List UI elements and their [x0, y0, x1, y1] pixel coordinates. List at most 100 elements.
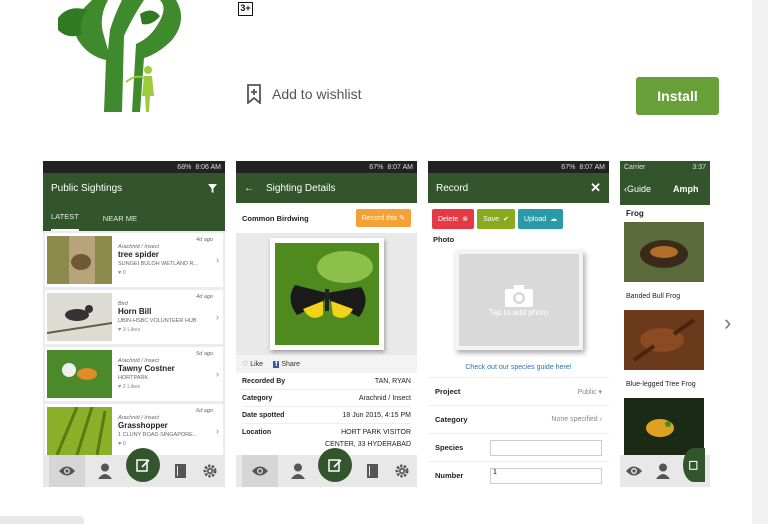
category-value: None specified: [551, 416, 598, 423]
back-button[interactable]: ‹Guide: [624, 184, 651, 194]
sighting-likes: ♥ 3 Likes: [118, 327, 221, 333]
detail-row: Date spotted 18 Jun 2015, 4:15 PM: [242, 407, 411, 424]
bottom-nav: [236, 448, 417, 487]
book-icon: [175, 464, 187, 478]
sighting-name: Horn Bill: [118, 307, 152, 316]
species-input[interactable]: [490, 439, 602, 456]
nav-sightings[interactable]: [241, 455, 278, 487]
status-bar: 68% 8:06 AM: [43, 161, 225, 173]
detail-row: Recorded By TAN, RYAN: [242, 373, 411, 390]
field-label: Project: [435, 387, 461, 396]
wishlist-label: Add to wishlist: [272, 86, 362, 102]
field-project[interactable]: Project Public ▾: [428, 378, 609, 406]
install-button[interactable]: Install: [636, 77, 719, 115]
detail-label: Location: [242, 429, 272, 436]
species-guide-link[interactable]: Check out our species guide here!: [428, 364, 609, 378]
bottom-nav: [620, 448, 710, 487]
sighting-age: 5d ago: [196, 351, 213, 357]
field-species: Species: [428, 434, 609, 462]
species-card[interactable]: Banded Bull Frog: [620, 222, 710, 310]
like-button[interactable]: ♡ Like: [242, 360, 263, 368]
nav-profile[interactable]: [289, 462, 307, 480]
bottom-nav: [43, 448, 225, 487]
list-item[interactable]: Arachnid / Insect Tawny Costner HORTPARK…: [45, 347, 223, 401]
nav-record[interactable]: [125, 448, 160, 482]
tab-latest[interactable]: LATEST: [51, 212, 79, 231]
upload-button[interactable]: Upload ☁: [517, 209, 564, 229]
battery-level: 67%: [369, 163, 384, 171]
app-bar: Public Sightings: [43, 173, 225, 203]
field-label: Species: [435, 443, 464, 452]
back-arrow-icon[interactable]: ←: [244, 183, 254, 194]
tap-to-add-photo-text: Tap to add photo: [488, 307, 549, 317]
add-photo-area[interactable]: Tap to add photo: [454, 250, 583, 350]
action-row: Delete ⊗ Save ✔ Upload ☁: [428, 203, 609, 235]
nav-sightings[interactable]: [625, 462, 643, 480]
nav-settings[interactable]: [393, 462, 411, 480]
record-this-button[interactable]: Record this ✎: [355, 209, 411, 227]
butterfly-photo: [274, 243, 379, 345]
likes-count: 3 Likes: [122, 327, 141, 333]
carrier-label: Carrier: [624, 163, 646, 171]
location-line-2: CENTER, 33 HYDERABAD: [325, 441, 411, 448]
save-label: Save: [483, 215, 500, 223]
detail-label: Date spotted: [242, 411, 285, 419]
horizontal-scrollbar[interactable]: [0, 516, 84, 524]
save-button[interactable]: Save ✔: [477, 209, 515, 229]
edit-note-icon: [328, 459, 343, 472]
nav-guide[interactable]: [364, 462, 382, 480]
gear-icon: [395, 464, 409, 478]
person-icon: [291, 463, 306, 479]
nav-profile[interactable]: [654, 462, 672, 480]
delete-label: Delete: [438, 215, 459, 223]
section-heading: Frog: [626, 209, 644, 218]
add-to-wishlist-link[interactable]: Add to wishlist: [246, 84, 361, 104]
sighting-name: Grasshopper: [118, 421, 168, 430]
field-label: Category: [435, 415, 468, 424]
nav-record[interactable]: [682, 448, 705, 482]
nav-guide[interactable]: [172, 462, 190, 480]
delete-button[interactable]: Delete ⊗: [432, 209, 475, 229]
nav-sightings[interactable]: [48, 455, 85, 487]
sighting-name: Tawny Costner: [118, 364, 175, 373]
camera-icon: [504, 284, 533, 307]
sighting-likes: ♥ 0: [118, 441, 221, 447]
detail-row: Category Arachnid / Insect: [242, 390, 411, 407]
list-item[interactable]: Bird Horn Bill UBIN-HSBC VOLUNTEER HUB ♥…: [45, 290, 223, 344]
close-icon[interactable]: ✕: [590, 180, 601, 196]
page-gutter: [752, 0, 768, 524]
species-card[interactable]: Blue-legged Tree Frog: [620, 310, 710, 398]
filter-icon[interactable]: [208, 183, 217, 193]
nav-settings[interactable]: [201, 462, 219, 480]
photo-label: Photo: [433, 235, 455, 244]
app-bar: ‹Guide Amph: [620, 173, 710, 205]
nav-profile[interactable]: [96, 462, 114, 480]
number-input[interactable]: 1: [490, 467, 602, 484]
nav-record[interactable]: [318, 448, 353, 482]
battery-level: 68%: [177, 163, 192, 171]
field-category[interactable]: Category None specified ›: [428, 406, 609, 434]
screenshot-public-sightings[interactable]: 68% 8:06 AM Public Sightings LATEST NEAR…: [43, 161, 225, 487]
screenshot-sighting-details[interactable]: 67% 8:07 AM ← Sighting Details Common Bi…: [236, 161, 417, 487]
status-bar: 67% 8:07 AM: [236, 161, 417, 173]
share-button[interactable]: f Share: [273, 360, 300, 368]
edit-note-icon: [688, 460, 698, 470]
like-label: Like: [250, 361, 264, 368]
page-title: Record: [436, 182, 469, 194]
field-label: Number: [435, 471, 464, 480]
screenshot-record[interactable]: 67% 8:07 AM Record ✕ Delete ⊗ Save ✔ Uploa…: [428, 161, 609, 487]
sighting-thumbnail: [47, 407, 112, 455]
field-number: Number 1: [428, 462, 609, 487]
detail-row: Location HORT PARK VISITOR: [242, 424, 411, 441]
list-item[interactable]: Arachnid / Insect tree spider SUNGEI BUL…: [45, 233, 223, 287]
status-time: 8:07 AM: [387, 163, 413, 171]
status-bar: 67% 8:07 AM: [428, 161, 609, 173]
screenshot-guide[interactable]: Carrier 3:37 ‹Guide Amph Frog Banded Bul…: [620, 161, 710, 487]
tab-near-me[interactable]: NEAR ME: [103, 214, 137, 231]
sighting-thumbnail: [47, 350, 112, 398]
photo-area: [236, 233, 417, 355]
sighting-likes: ♥ 0: [118, 270, 221, 276]
next-screenshot-arrow-icon[interactable]: ›: [724, 310, 731, 336]
detail-value: TAN, RYAN: [374, 377, 411, 385]
battery-level: 67%: [561, 163, 576, 171]
